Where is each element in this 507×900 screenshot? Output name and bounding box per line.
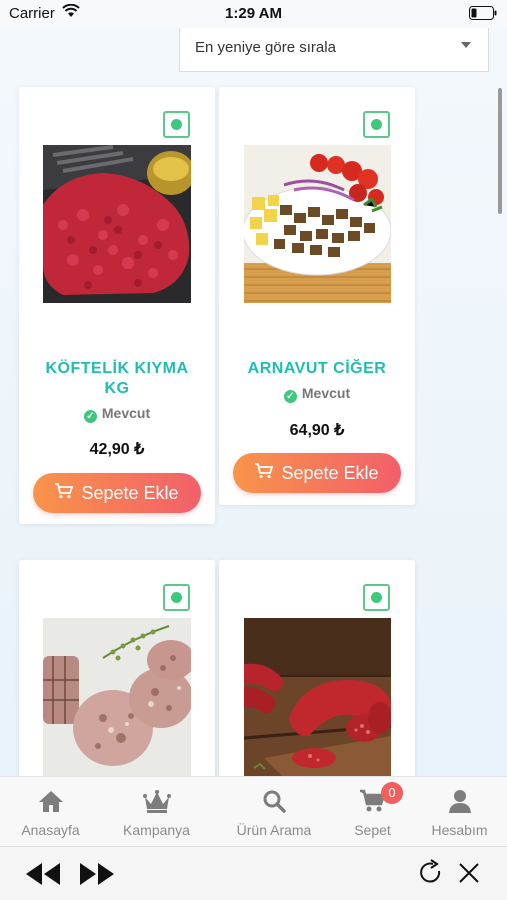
- product-image-sausage[interactable]: [244, 618, 391, 776]
- close-icon[interactable]: [458, 862, 480, 888]
- product-name[interactable]: ARNAVUT CİĞER: [219, 359, 415, 379]
- tab-account-label: Hesabım: [431, 822, 488, 838]
- cart-count-badge: 0: [381, 782, 403, 804]
- clock: 1:29 AM: [225, 5, 282, 22]
- rewind-icon[interactable]: [24, 861, 62, 891]
- chevron-down-icon: [461, 42, 471, 48]
- availability-indicator: [163, 584, 190, 611]
- cart-icon: [255, 462, 274, 484]
- tab-account[interactable]: Hesabım: [409, 777, 507, 847]
- cart-icon: [322, 789, 423, 815]
- product-card[interactable]: [19, 560, 215, 776]
- stock-status: ✓ Mevcut: [219, 385, 415, 403]
- add-to-cart-button[interactable]: Sepete Ekle: [233, 453, 401, 493]
- stock-status: ✓ Mevcut: [19, 405, 215, 423]
- product-price: 64,90 ₺: [289, 422, 345, 439]
- product-image-minced-meat[interactable]: [43, 145, 191, 303]
- product-card[interactable]: ARNAVUT CİĞER ✓ Mevcut 64,90 ₺ Sepete Ekl…: [219, 87, 415, 505]
- tab-product-search[interactable]: Ürün Arama: [223, 777, 325, 847]
- tab-home[interactable]: Anasayfa: [0, 777, 101, 847]
- tab-home-label: Anasayfa: [21, 822, 80, 838]
- product-card[interactable]: [219, 560, 415, 776]
- user-icon: [409, 789, 507, 815]
- product-image-head-cheese[interactable]: [43, 618, 191, 776]
- battery-icon: [469, 6, 497, 24]
- home-icon: [0, 789, 101, 815]
- stock-label: Mevcut: [301, 385, 351, 401]
- cart-icon: [55, 482, 74, 504]
- browser-toolbar: [0, 846, 507, 900]
- product-card[interactable]: KÖFTELİK KIYMA KG ✓ Mevcut 42,90 ₺ Sepete…: [19, 87, 215, 524]
- product-price: 42,90 ₺: [89, 441, 145, 458]
- sort-dropdown[interactable]: En yeniye göre sırala: [179, 28, 489, 72]
- availability-indicator: [363, 584, 390, 611]
- scrollbar[interactable]: [498, 88, 502, 214]
- crown-icon: [106, 789, 207, 815]
- check-circle-icon: ✓: [283, 390, 297, 403]
- reload-icon[interactable]: [418, 859, 444, 891]
- availability-indicator: [363, 111, 390, 138]
- tab-campaign-label: Kampanya: [123, 822, 190, 838]
- bottom-tab-bar: Anasayfa Kampanya Ürün Arama 0 Sepet Hes…: [0, 776, 507, 846]
- stock-label: Mevcut: [101, 405, 151, 421]
- status-bar: Carrier 1:29 AM: [0, 0, 507, 28]
- tab-product-search-label: Ürün Arama: [236, 822, 312, 838]
- fast-forward-icon[interactable]: [78, 861, 116, 891]
- sort-selected-value: En yeniye göre sırala: [195, 39, 336, 56]
- availability-indicator: [163, 111, 190, 138]
- product-image-albanian-liver[interactable]: [244, 145, 391, 303]
- product-name[interactable]: KÖFTELİK KIYMA KG: [19, 359, 215, 399]
- tab-campaign[interactable]: Kampanya: [106, 777, 207, 847]
- add-to-cart-button[interactable]: Sepete Ekle: [33, 473, 201, 513]
- tab-cart-label: Sepet: [354, 822, 391, 838]
- search-icon: [223, 789, 325, 815]
- tab-cart[interactable]: 0 Sepet: [322, 777, 423, 847]
- add-to-cart-label: Sepete Ekle: [81, 482, 179, 503]
- product-list[interactable]: En yeniye göre sırala KÖFTELİK KIYMA KG …: [0, 28, 507, 776]
- check-circle-icon: ✓: [83, 410, 97, 423]
- add-to-cart-label: Sepete Ekle: [281, 462, 379, 483]
